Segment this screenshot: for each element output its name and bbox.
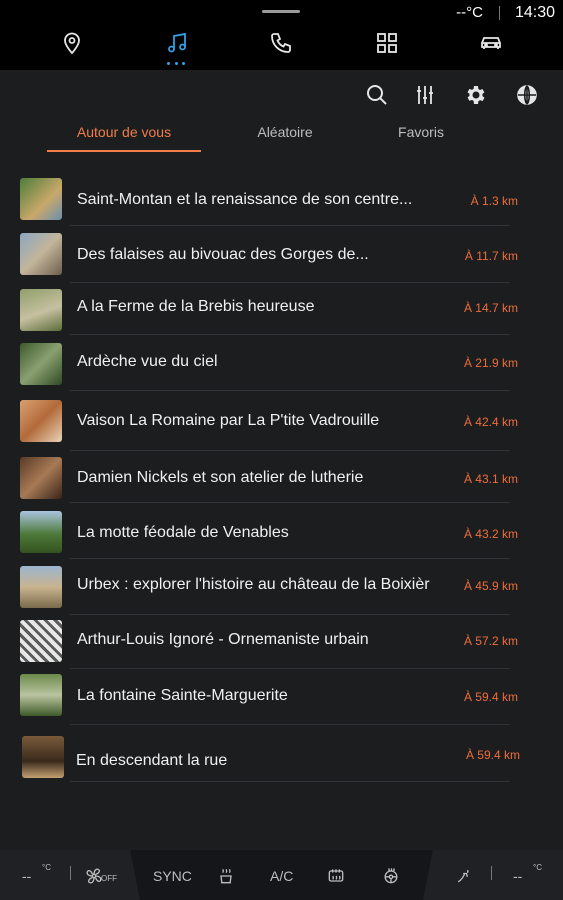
right-separator [491,866,492,880]
tab-around-you[interactable]: Autour de vous [47,124,201,140]
item-distance: À 59.4 km [465,748,520,762]
nav-navigation[interactable] [57,28,87,58]
divider [70,558,510,559]
search-icon [367,85,387,105]
left-temperature[interactable]: -- [22,868,31,884]
active-indicator [167,62,185,65]
ac-button[interactable]: A/C [270,868,293,884]
item-distance: À 11.7 km [464,249,518,263]
steering-heat-button[interactable] [379,864,403,888]
status-bar: --°C 14:30 [0,0,563,24]
nav-media[interactable] [162,28,192,58]
item-title: Vaison La Romaine par La P'tite Vadrouil… [77,412,380,429]
equalizer-icon [417,86,433,104]
item-title: La fontaine Sainte-Marguerite [77,687,288,704]
thumbnail [20,289,62,331]
car-icon [481,37,501,49]
thumbnail [20,343,62,385]
item-title: Urbex : explorer l'histoire au château d… [77,576,430,593]
right-temperature-unit: °C [533,863,542,872]
thumbnail [20,620,62,662]
item-title: Des falaises au bivouac des Gorges de... [77,246,369,263]
list-item[interactable]: Arthur-Louis Ignoré - Ornemaniste urbain… [0,615,563,671]
item-distance: À 1.3 km [470,194,518,208]
active-tab-underline [47,150,201,152]
drag-handle[interactable] [262,10,300,13]
list-item[interactable]: A la Ferme de la Brebis heureuse À 14.7 … [0,283,563,339]
tab-random[interactable]: Aléatoire [220,124,350,140]
item-title: En descendant la rue [76,752,228,769]
divider [70,450,510,451]
list-item[interactable]: Ardèche vue du ciel À 21.9 km [0,336,563,392]
globe-icon [517,85,537,105]
status-temperature: --°C [456,4,483,21]
seat-heat-icon [220,868,232,884]
list-item[interactable]: Vaison La Romaine par La P'tite Vadrouil… [0,392,563,451]
language-button[interactable] [512,80,542,110]
music-note-icon [168,32,186,53]
divider [70,390,510,391]
thumbnail [20,457,62,499]
item-distance: À 43.1 km [463,472,518,486]
phone-icon [271,33,291,53]
divider [70,334,510,335]
airflow-icon [457,869,469,883]
divider [70,781,510,782]
list-item[interactable]: La motte féodale de Venables À 43.2 km [0,506,563,562]
item-title: A la Ferme de la Brebis heureuse [77,298,315,315]
tab-favorites[interactable]: Favoris [360,124,482,140]
list-item[interactable]: La fontaine Sainte-Marguerite À 59.4 km [0,669,563,725]
thumbnail [20,178,62,220]
defrost-button[interactable] [324,864,348,888]
list-item[interactable]: Des falaises au bivouac des Gorges de...… [0,226,563,283]
left-temperature-unit: °C [42,863,51,872]
status-clock: 14:30 [514,4,555,21]
thumbnail [20,400,62,442]
item-title: La motte féodale de Venables [77,524,289,541]
nav-vehicle[interactable] [476,28,506,58]
thumbnail [20,674,62,716]
item-distance: À 57.2 km [463,634,518,648]
nav-apps[interactable] [372,28,402,58]
item-distance: À 45.9 km [463,579,518,593]
nav-phone[interactable] [266,28,296,58]
item-title: Ardèche vue du ciel [77,353,218,370]
item-distance: À 43.2 km [463,527,518,541]
thumbnail [22,736,64,778]
apps-grid-icon [377,33,397,53]
item-distance: À 42.4 km [463,415,518,429]
search-button[interactable] [362,80,392,110]
airflow-button[interactable] [452,864,476,888]
steering-wheel-heat-icon [384,868,398,884]
item-title: Arthur-Louis Ignoré - Ornemaniste urbain [77,631,369,648]
settings-button[interactable] [460,80,490,110]
thumbnail [20,511,62,553]
rear-defrost-icon [328,869,344,882]
item-title: Saint-Montan et la renaissance de son ce… [77,191,413,208]
item-title: Damien Nickels et son atelier de lutheri… [77,469,364,486]
gear-icon [467,86,485,104]
divider [70,502,510,503]
left-separator [70,866,71,880]
list-item[interactable]: Urbex : explorer l'histoire au château d… [0,561,563,617]
filter-button[interactable] [410,80,440,110]
thumbnail [20,233,62,275]
thumbnail [20,566,62,608]
right-temperature[interactable]: -- [513,868,522,884]
status-separator [499,6,500,20]
sync-button[interactable]: SYNC [153,868,192,884]
item-distance: À 21.9 km [463,356,518,370]
fan-off-label: OFF [101,874,117,883]
climate-right-panel [423,850,563,900]
item-distance: À 59.4 km [463,690,518,704]
list-item[interactable]: En descendant la rue À 59.4 km [0,726,563,782]
list-item[interactable]: Saint-Montan et la renaissance de son ce… [0,170,563,226]
item-distance: À 14.7 km [463,301,518,315]
list-item[interactable]: Damien Nickels et son atelier de lutheri… [0,452,563,508]
divider [70,724,510,725]
seat-heat-button[interactable] [214,864,238,888]
location-pin-icon [64,32,80,55]
